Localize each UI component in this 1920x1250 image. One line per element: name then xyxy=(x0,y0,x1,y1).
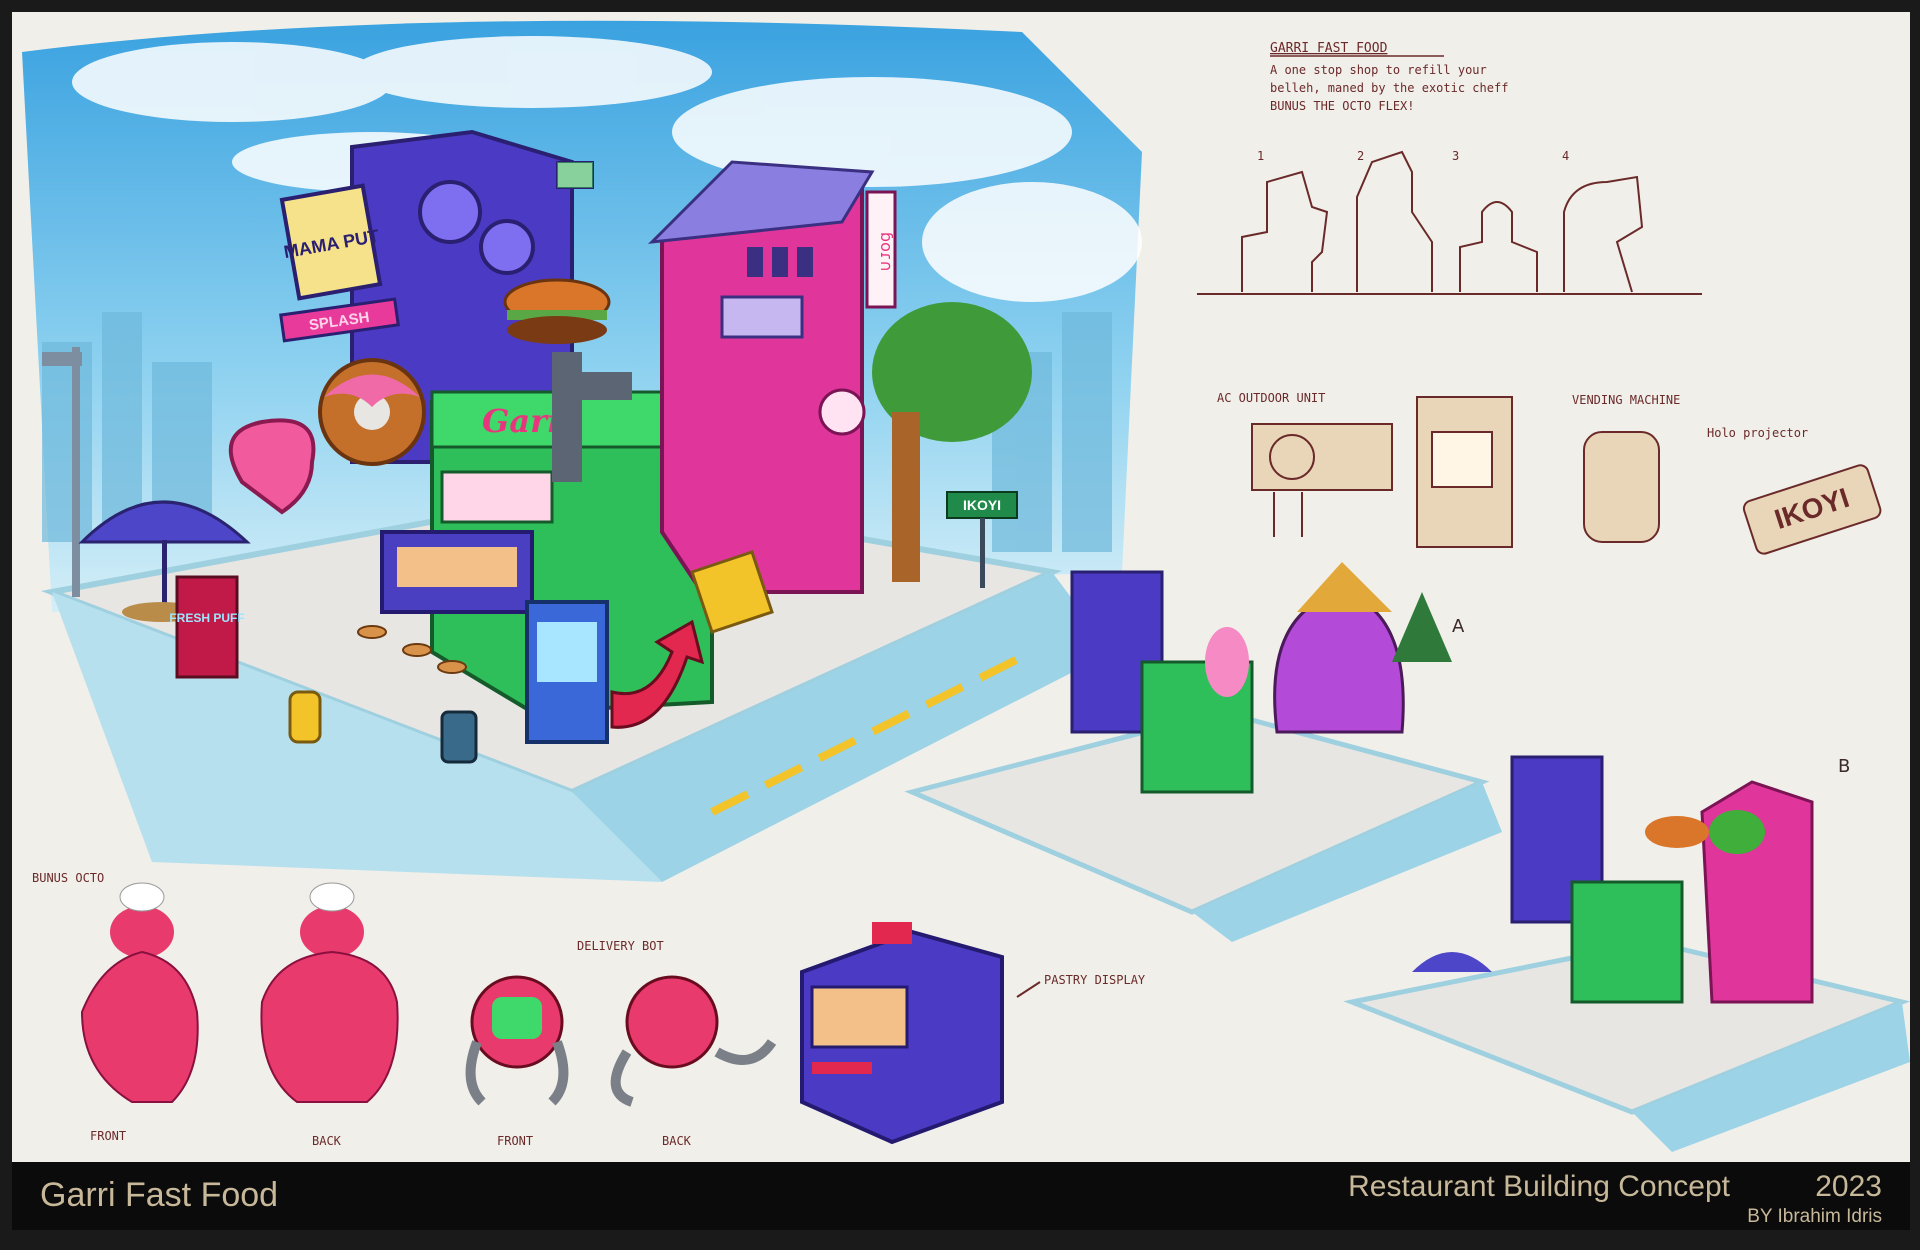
notes-title: GARRI FAST FOOD xyxy=(1270,41,1388,56)
bot-front-label: FRONT xyxy=(497,1134,533,1148)
thumb-number-2: 2 xyxy=(1357,149,1364,163)
footer-subtitle: Restaurant Building Concept xyxy=(1348,1170,1730,1203)
thumb-number-3: 3 xyxy=(1452,149,1459,163)
thumb-2 xyxy=(1356,150,1433,292)
artwork-canvas: MAMA PUT SPLASH Garri ɓoɾ∩ FRESH PUFF IK… xyxy=(22,20,1910,1152)
trash-can xyxy=(440,710,478,764)
ac-label: AC OUTDOOR UNIT xyxy=(1217,391,1325,405)
ikoyi-sign: IKOYI xyxy=(963,497,1001,513)
thumbnail-sketches: 1 2 3 4 xyxy=(1197,149,1702,295)
octo-back-label: BACK xyxy=(312,1134,342,1148)
variant-b-label: B xyxy=(1838,756,1850,777)
concept-notes: GARRI FAST FOOD A one stop shop to refil… xyxy=(1270,41,1508,113)
fresh-puff-sign: FRESH PUFF xyxy=(169,611,244,625)
main-scene: MAMA PUT SPLASH Garri ɓoɾ∩ FRESH PUFF IK… xyxy=(22,20,1142,882)
octo-front-label: FRONT xyxy=(90,1129,126,1143)
thumb-1 xyxy=(1241,170,1329,292)
octo-back-figure xyxy=(260,882,399,1103)
footer-credit: BY Ibrahim Idris xyxy=(1747,1206,1882,1227)
bot-back-figure xyxy=(610,975,777,1107)
burger-sculpture xyxy=(503,278,611,344)
prop-sketches: AC OUTDOOR UNIT VENDING MACHINE Holo pro… xyxy=(1217,391,1882,555)
variant-a-label: A xyxy=(1452,616,1465,637)
fresh-puff-board: FRESH PUFF xyxy=(169,575,245,679)
octo-title: BUNUS OCTO xyxy=(32,871,104,885)
footer-year: 2023 xyxy=(1815,1170,1882,1203)
fire-hydrant xyxy=(288,690,322,744)
notes-line-1: A one stop shop to refill your xyxy=(1270,63,1487,77)
pink-building: ɓoɾ∩ xyxy=(647,160,897,634)
wall-sign: ɓoɾ∩ xyxy=(877,232,896,272)
pastry-display-figure xyxy=(800,922,1004,1145)
thumb-4 xyxy=(1563,175,1644,293)
vending-label: VENDING MACHINE xyxy=(1572,393,1680,407)
thumb-3 xyxy=(1459,201,1538,292)
footer-bar: Garri Fast Food Restaurant Building Conc… xyxy=(12,1162,1910,1230)
bot-front-figure xyxy=(465,975,569,1106)
concept-sheet: MAMA PUT SPLASH Garri ɓoɾ∩ FRESH PUFF IK… xyxy=(12,12,1910,1230)
donut-sculpture xyxy=(318,358,426,466)
octo-front-figure xyxy=(80,882,199,1103)
holo-label: Holo projector xyxy=(1707,426,1808,440)
bot-back-label: BACK xyxy=(662,1134,692,1148)
notes-line-3: BUNUS THE OCTO FLEX! xyxy=(1270,99,1415,113)
holo-projector-sketch xyxy=(1583,431,1660,543)
pastry-label: PASTRY DISPLAY xyxy=(1044,973,1146,987)
footer-title: Garri Fast Food xyxy=(40,1176,279,1214)
ac-unit-sketch xyxy=(1251,423,1393,491)
thumb-number-4: 4 xyxy=(1562,149,1569,163)
character-sheet: BUNUS OCTO FRONT BACK DELIVERY BOT FRONT… xyxy=(32,871,1146,1148)
bot-title: DELIVERY BOT xyxy=(577,939,664,953)
thumb-number-1: 1 xyxy=(1257,149,1264,163)
notes-line-2: belleh, maned by the exotic cheff xyxy=(1270,81,1508,95)
